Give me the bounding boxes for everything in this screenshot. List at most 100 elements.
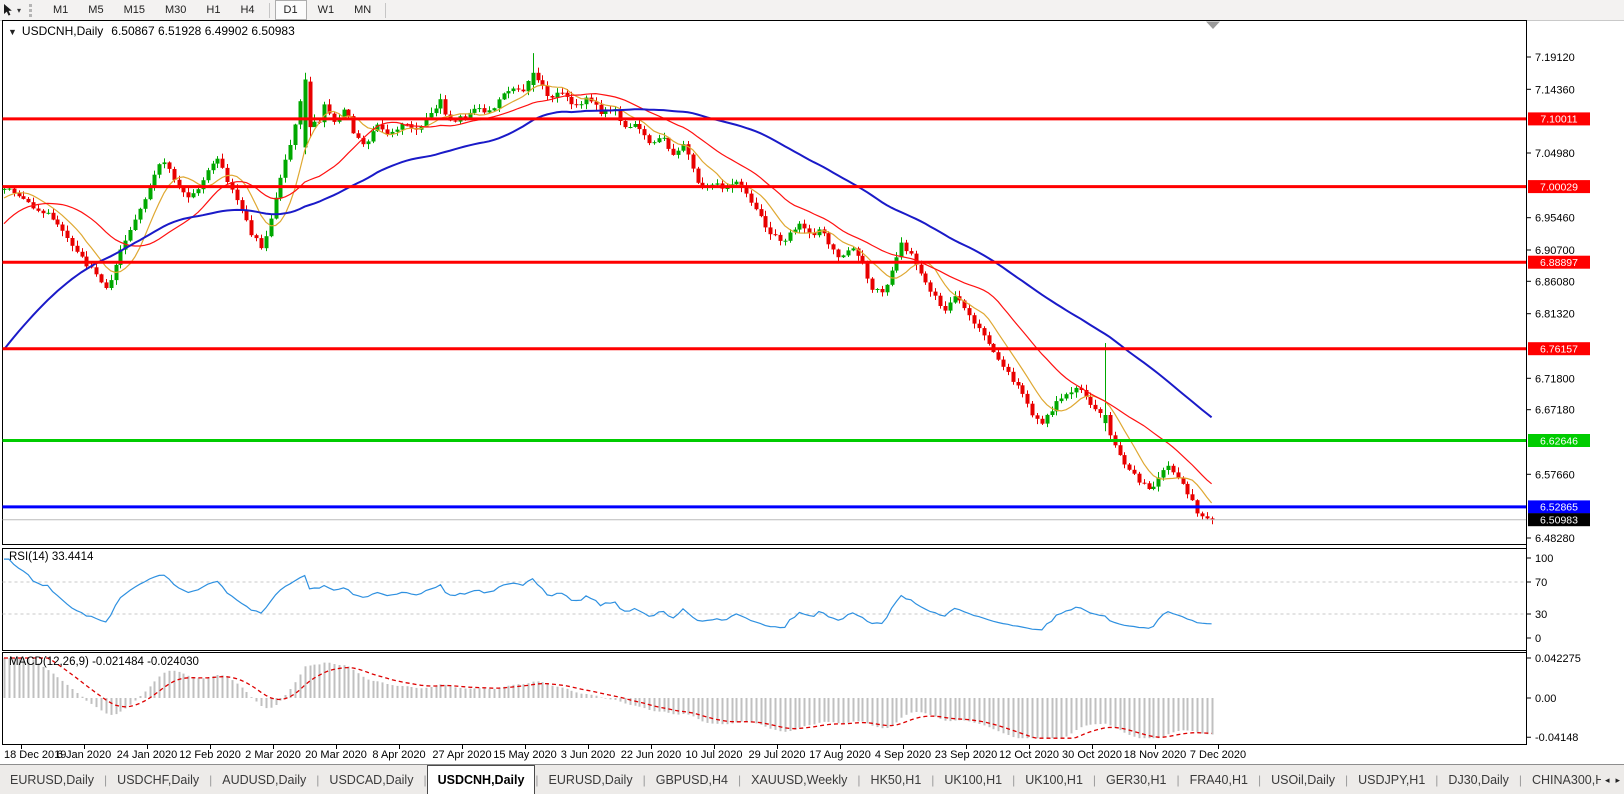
chart-title: ▼ USDCNH,Daily 6.50867 6.51928 6.49902 6.5… xyxy=(8,24,295,38)
chart-shift-marker[interactable] xyxy=(1206,21,1220,30)
moving-average-ma-slow xyxy=(3,108,1213,419)
date-axis: 18 Dec 2019 6 Jan 2020 24 Jan 2020 12 Feb 2… xyxy=(0,748,1624,764)
date-axis-label: 10 Jul 2020 xyxy=(685,749,743,761)
price-axis-label: 6.71800 xyxy=(1535,373,1575,385)
macd-indicator-values: -0.021484 -0.024030 xyxy=(92,656,199,668)
price-tag-label: 6.76157 xyxy=(1540,344,1578,356)
rsi-axis-label: 0 xyxy=(1535,633,1541,645)
rsi-panel xyxy=(2,548,1527,651)
timeframe-button-m1[interactable]: M1 xyxy=(44,0,77,20)
price-tag-7.00029 xyxy=(1528,180,1590,194)
chevron-down-icon[interactable]: ▾ xyxy=(17,6,21,15)
chart-tab-usdjpy-h1[interactable]: USDJPY,H1 xyxy=(1348,765,1435,794)
price-axis-label: 6.67180 xyxy=(1535,405,1575,417)
macd-histogram xyxy=(3,658,1214,739)
rsi-indicator-label: RSI(14) 33.4414 xyxy=(9,551,93,563)
chart-tab-ger30-h1[interactable]: GER30,H1 xyxy=(1096,765,1176,794)
rsi-indicator-name: RSI(14) xyxy=(9,551,49,563)
chart-tab-usdcad-daily[interactable]: USDCAD,Daily xyxy=(319,765,423,794)
chart-tab-xauusd-weekly[interactable]: XAUUSD,Weekly xyxy=(741,765,857,794)
chart-tab-uk100-h1[interactable]: UK100,H1 xyxy=(1015,765,1093,794)
chart-tab-gbpusd-h4[interactable]: GBPUSD,H4 xyxy=(646,765,738,794)
price-axis-label: 6.57660 xyxy=(1535,469,1575,481)
timeframe-button-mn[interactable]: MN xyxy=(345,0,380,20)
date-axis-label: 24 Jan 2020 xyxy=(116,749,178,761)
rsi-axis-label: 70 xyxy=(1535,577,1547,589)
timeframe-button-m5[interactable]: M5 xyxy=(79,0,112,20)
date-axis-label: 12 Feb 2020 xyxy=(179,749,241,761)
date-axis-label: 18 Nov 2020 xyxy=(1123,749,1187,761)
chart-tab-usdchf-daily[interactable]: USDCHF,Daily xyxy=(107,765,209,794)
price-tag-7.10011 xyxy=(1528,112,1590,126)
chart-tab-bar: EURUSD,Daily | USDCHF,Daily | AUDUSD,Daily | U… xyxy=(0,764,1624,794)
chart-dropdown-icon[interactable]: ▼ xyxy=(8,27,17,37)
timeframe-toolbar: ▾ M1 M5 M15 M30 H1 H4 D1 W1 MN xyxy=(0,0,1624,21)
date-axis-label: 20 Mar 2020 xyxy=(305,749,367,761)
rsi-indicator-value: 33.4414 xyxy=(51,551,94,563)
date-axis-label: 8 Apr 2020 xyxy=(372,749,426,761)
rsi-axis-label: 100 xyxy=(1535,553,1553,565)
price-tag-label: 6.52865 xyxy=(1540,502,1578,514)
chart-tab-hk50-h1[interactable]: HK50,H1 xyxy=(861,765,932,794)
date-axis-label: 4 Sep 2020 xyxy=(874,749,932,761)
macd-indicator-label: MACD(12,26,9) -0.021484 -0.024030 xyxy=(9,656,199,668)
macd-axis-label: 0.00 xyxy=(1535,693,1556,705)
price-tag-label: 6.50983 xyxy=(1540,515,1578,527)
toolbar-separator xyxy=(385,2,387,18)
price-tag-label: 7.00029 xyxy=(1540,181,1578,193)
chart-tab-fra40-h1[interactable]: FRA40,H1 xyxy=(1180,765,1258,794)
timeframe-button-m30[interactable]: M30 xyxy=(156,0,195,20)
price-tag-label: 6.88897 xyxy=(1540,257,1578,269)
chart-tab-usoil-daily[interactable]: USOil,Daily xyxy=(1261,765,1345,794)
chart-ohlc-values: 6.50867 6.51928 6.49902 6.50983 xyxy=(111,24,295,38)
timeframe-button-m15[interactable]: M15 xyxy=(115,0,154,20)
chart-tab-eurusd-daily[interactable]: EURUSD,Daily xyxy=(0,765,104,794)
trading-terminal: ▾ M1 M5 M15 M30 H1 H4 D1 W1 MN 7.10011 7.00029 6.8… xyxy=(0,0,1624,794)
price-tag-6.88897 xyxy=(1528,255,1590,269)
price-tag-6.62646 xyxy=(1528,434,1590,447)
toolbar-grip-handle[interactable] xyxy=(29,3,36,17)
timeframe-button-w1[interactable]: W1 xyxy=(309,0,344,20)
timeframe-button-h1[interactable]: H1 xyxy=(197,0,229,20)
date-axis-label: 23 Sep 2020 xyxy=(934,749,998,761)
moving-average-ma-mid xyxy=(3,92,1212,485)
price-axis-label: 7.14360 xyxy=(1535,84,1575,96)
timeframe-button-d1[interactable]: D1 xyxy=(274,0,307,20)
macd-axis-label: -0.04148 xyxy=(1535,732,1578,744)
main-chart-panel xyxy=(2,20,1527,545)
chart-tab-dj30-daily[interactable]: DJ30,Daily xyxy=(1438,765,1518,794)
chart-tab-audusd-daily[interactable]: AUDUSD,Daily xyxy=(212,765,316,794)
toolbar-separator xyxy=(268,2,270,18)
price-axis-label: 6.90700 xyxy=(1535,245,1575,257)
tab-scroll-controls: ◂ ▸ xyxy=(1600,766,1624,794)
price-axis-label: 7.19120 xyxy=(1535,52,1575,64)
cursor-tool-button[interactable]: ▾ xyxy=(0,1,24,19)
macd-signal-line xyxy=(4,657,1212,739)
chart-tab-uk100-h1[interactable]: UK100,H1 xyxy=(934,765,1012,794)
macd-axis-label: 0.042275 xyxy=(1535,653,1581,665)
macd-indicator-name: MACD(12,26,9) xyxy=(9,656,89,668)
price-axis-label: 6.86080 xyxy=(1535,276,1575,288)
moving-average-ma-fast xyxy=(3,84,1213,504)
chart-tab-eurusd-daily[interactable]: EURUSD,Daily xyxy=(539,765,643,794)
price-axis-label: 6.81320 xyxy=(1535,309,1575,321)
date-axis-label: 2 Mar 2020 xyxy=(245,749,301,761)
price-tag-6.76157 xyxy=(1528,342,1590,356)
timeframe-button-h4[interactable]: H4 xyxy=(231,0,263,20)
rsi-line xyxy=(4,558,1212,631)
chart-tab-usdcnh-daily[interactable]: USDCNH,Daily xyxy=(426,765,536,794)
date-axis-label: 22 Jun 2020 xyxy=(620,749,682,761)
chart-canvas: 7.10011 7.00029 6.88897 6.76157 6.62646 6.528… xyxy=(2,20,1590,749)
tab-scroll-left-icon[interactable]: ◂ xyxy=(1605,775,1610,786)
candlestick-series xyxy=(2,53,1215,525)
tab-scroll-right-icon[interactable]: ▸ xyxy=(1615,775,1620,786)
date-axis-label: 29 Jul 2020 xyxy=(748,749,806,761)
price-axis-label: 7.04980 xyxy=(1535,148,1575,160)
timeframe-buttons: M1 M5 M15 M30 H1 H4 D1 W1 MN xyxy=(43,0,390,20)
price-tag-6.50983 xyxy=(1528,513,1590,527)
chart-symbol-timeframe: USDCNH,Daily xyxy=(21,24,104,38)
cursor-icon xyxy=(4,4,12,16)
price-tag-6.52865 xyxy=(1528,500,1590,514)
price-tag-label: 7.10011 xyxy=(1540,114,1577,126)
date-axis-label: 27 Apr 2020 xyxy=(432,749,492,761)
